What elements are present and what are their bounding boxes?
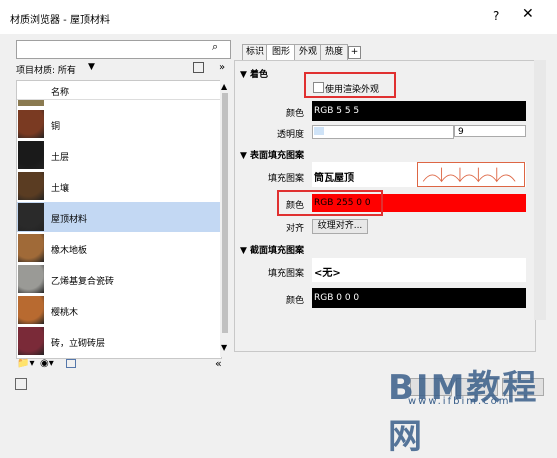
- list-item[interactable]: 橡木地板: [17, 233, 221, 263]
- material-thumbnail: [18, 265, 44, 293]
- texture-align-button[interactable]: 纹理对齐...: [312, 219, 368, 234]
- scroll-down-icon[interactable]: ▼: [221, 343, 227, 352]
- library-icon[interactable]: [15, 378, 27, 390]
- transparency-slider-fill: [314, 127, 324, 135]
- name-column-header[interactable]: 名称: [51, 85, 69, 98]
- highlight-box: [277, 190, 383, 216]
- material-name: 土壤: [51, 184, 70, 194]
- expand-panel-icon[interactable]: »: [219, 62, 225, 73]
- surface-pattern-label: 填充图案: [267, 174, 304, 184]
- view-toggle-icon[interactable]: [193, 62, 204, 73]
- watermark-url: www.ifbim.com: [408, 396, 511, 407]
- material-thumbnail: [18, 234, 44, 262]
- material-name: 砖，立砌砖层: [51, 339, 106, 349]
- add-tab-button[interactable]: +: [348, 46, 361, 59]
- list-header: 名称: [17, 81, 221, 100]
- tab-graphics[interactable]: 图形: [266, 44, 296, 61]
- help-button[interactable]: ?: [493, 9, 499, 23]
- tab-appearance[interactable]: 外观: [294, 44, 322, 61]
- material-thumbnail: [18, 100, 44, 106]
- list-item-selected[interactable]: 屋顶材料: [17, 202, 221, 232]
- cut-pattern-field[interactable]: [312, 258, 526, 282]
- scroll-up-icon[interactable]: ▲: [221, 82, 227, 91]
- highlight-box: [304, 72, 396, 98]
- material-thumbnail: [18, 110, 44, 138]
- panel-icon[interactable]: [66, 359, 76, 368]
- tab-thermal[interactable]: 热度: [320, 44, 348, 61]
- list-item[interactable]: 土壤: [17, 171, 221, 201]
- window-title: 材质浏览器 - 屋顶材料: [10, 15, 110, 26]
- material-thumbnail: [18, 141, 44, 169]
- list-item[interactable]: 砖，立砌砖层: [17, 326, 221, 356]
- transparency-slider[interactable]: [312, 125, 454, 139]
- cut-pattern-name: <无>: [314, 268, 341, 279]
- cut-color-swatch[interactable]: RGB 0 0 0: [312, 288, 526, 308]
- material-name: 橡木地板: [51, 246, 88, 256]
- list-item[interactable]: 乙烯基复合瓷砖: [17, 264, 221, 294]
- list-item[interactable]: 土层: [17, 140, 221, 170]
- list-item[interactable]: 铜: [17, 109, 221, 139]
- watermark-logo: BIM教程网: [388, 368, 539, 457]
- cut-pattern-label: 填充图案: [267, 269, 304, 279]
- search-icon[interactable]: ⌕: [212, 40, 218, 54]
- panel-scrollbar[interactable]: [534, 60, 546, 320]
- cut-pattern-section-title[interactable]: ▼ 截面填充图案: [240, 243, 304, 256]
- transparency-label: 透明度: [276, 130, 304, 140]
- surface-pattern-name: 筒瓦屋顶: [314, 173, 354, 184]
- surface-pattern-section-title[interactable]: ▼ 表面填充图案: [240, 148, 304, 161]
- cut-color-label: 颜色: [285, 296, 304, 306]
- material-name: 铜: [51, 122, 61, 132]
- collapse-icon[interactable]: «: [215, 357, 222, 370]
- material-name: 乙烯基复合瓷砖: [51, 277, 115, 287]
- material-list: 名称 铜 土层 土壤 屋顶材料 橡木地板 乙烯基复合瓷砖 樱桃木 砖，立砌砖层: [16, 80, 222, 359]
- search-input[interactable]: [16, 40, 231, 59]
- scrollbar-thumb[interactable]: [222, 93, 228, 333]
- chevron-down-icon[interactable]: ▼: [88, 62, 95, 72]
- material-thumbnail: [18, 296, 44, 324]
- material-filter-label[interactable]: 项目材质: 所有: [16, 63, 76, 76]
- material-thumbnail: [18, 327, 44, 355]
- material-name: 樱桃木: [51, 308, 79, 318]
- material-thumbnail: [18, 172, 44, 200]
- shading-section-title[interactable]: ▼ 着色: [240, 67, 268, 80]
- shading-color-label: 颜色: [285, 109, 304, 119]
- close-button[interactable]: ✕: [522, 6, 534, 22]
- list-item[interactable]: [17, 99, 221, 107]
- list-item[interactable]: 樱桃木: [17, 295, 221, 325]
- transparency-value[interactable]: 9: [454, 125, 526, 137]
- material-name: 土层: [51, 153, 70, 163]
- globe-icon[interactable]: ◉▾: [40, 358, 54, 369]
- material-name: 屋顶材料: [51, 215, 88, 225]
- pattern-preview: [417, 162, 525, 187]
- tab-identity[interactable]: 标识: [242, 44, 268, 61]
- align-label: 对齐: [285, 224, 304, 234]
- shading-color-swatch[interactable]: RGB 5 5 5: [312, 101, 526, 121]
- folder-icon[interactable]: 📁▾: [17, 358, 34, 369]
- material-thumbnail: [18, 203, 44, 231]
